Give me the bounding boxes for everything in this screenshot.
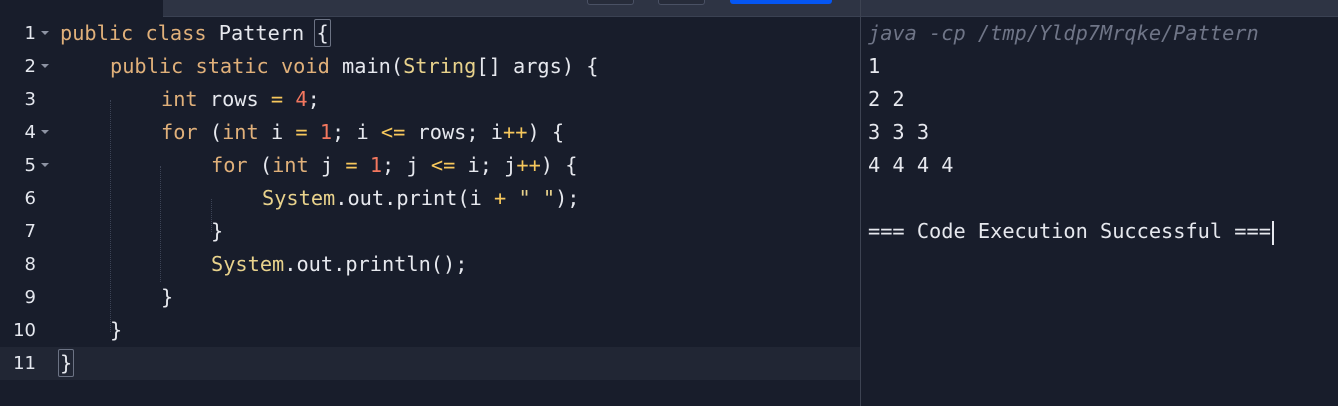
- keyword: int: [222, 120, 259, 144]
- keyword: public: [110, 54, 184, 78]
- code-line[interactable]: 3 int rows = 4;: [0, 83, 860, 116]
- keyword: void: [280, 54, 330, 78]
- line-number: 3: [24, 89, 36, 110]
- keyword: static: [195, 54, 269, 78]
- code-text: i: [270, 120, 284, 144]
- fold-arrow-icon[interactable]: [41, 64, 49, 68]
- code-line-active[interactable]: 11 }: [0, 347, 860, 380]
- code-text: }: [110, 318, 123, 342]
- operator: <=: [380, 120, 406, 144]
- line-number: 5: [24, 155, 36, 176]
- operator: ++: [516, 153, 541, 177]
- line-number: 6: [24, 188, 36, 209]
- fold-arrow-icon[interactable]: [41, 31, 49, 35]
- code-text: ;: [307, 87, 320, 111]
- code-line[interactable]: 2 public static void main(String[] args)…: [0, 50, 860, 83]
- code-text: rows: [209, 87, 259, 111]
- method-name: main(: [342, 54, 404, 78]
- code-text: rows; i: [417, 120, 504, 144]
- code-text: (: [209, 120, 223, 144]
- keyword: int: [272, 153, 309, 177]
- string-literal: " ": [518, 186, 556, 210]
- operator: ++: [503, 120, 528, 144]
- code-line[interactable]: 6 System.out.print(i + " ");: [0, 182, 860, 215]
- output-line: 1: [868, 54, 881, 78]
- code-text: }: [161, 285, 174, 309]
- code-editor[interactable]: 1 public class Pattern { 2 public static…: [0, 17, 860, 406]
- code-line[interactable]: 7 }: [0, 215, 860, 248]
- output-line: 2 2: [868, 87, 905, 111]
- output-toolbar: [861, 0, 1338, 17]
- type-name: String: [403, 54, 477, 78]
- number-literal: 4: [295, 87, 308, 111]
- class-name: Pattern: [218, 21, 305, 45]
- code-text: ; j: [382, 153, 419, 177]
- text-caret: [1271, 220, 1274, 245]
- output-line: 3 3 3: [868, 120, 930, 144]
- toolbar-button[interactable]: [658, 0, 705, 5]
- matched-brace: {: [314, 19, 331, 47]
- code-line[interactable]: 9 }: [0, 281, 860, 314]
- code-line[interactable]: 1 public class Pattern {: [0, 17, 860, 50]
- line-number: 11: [13, 353, 36, 374]
- code-text: [] args) {: [476, 54, 599, 78]
- run-command: java -cp /tmp/Yldp7Mrqke/Pattern: [868, 21, 1259, 45]
- code-text: ) {: [527, 120, 565, 144]
- online-compiler-window: 1 public class Pattern { 2 public static…: [0, 0, 1338, 406]
- operator: =: [270, 87, 284, 111]
- line-number: 10: [13, 320, 36, 341]
- code-text: );: [555, 186, 580, 210]
- fold-arrow-icon[interactable]: [41, 130, 49, 134]
- line-number: 7: [24, 221, 36, 242]
- keyword: int: [161, 87, 198, 111]
- code-text: .out.print(i: [335, 186, 482, 210]
- line-number: 4: [24, 122, 36, 143]
- code-line[interactable]: 4 for (int i = 1; i <= rows; i++) {: [0, 116, 860, 149]
- line-number: 9: [24, 287, 36, 308]
- class-name: System: [211, 252, 285, 276]
- code-text: j: [320, 153, 334, 177]
- code-text: ; i: [332, 120, 369, 144]
- keyword: for: [211, 153, 248, 177]
- operator: <=: [430, 153, 456, 177]
- keyword: class: [145, 21, 207, 45]
- toolbar: [163, 0, 860, 17]
- code-line[interactable]: 8 System.out.println();: [0, 248, 860, 281]
- line-number: 2: [24, 56, 36, 77]
- matched-brace: }: [58, 349, 75, 377]
- fold-arrow-icon[interactable]: [41, 163, 49, 167]
- output-line: 4 4 4 4: [868, 153, 954, 177]
- class-name: System: [262, 186, 336, 210]
- code-line[interactable]: 5 for (int j = 1; j <= i; j++) {: [0, 149, 860, 182]
- execution-status: === Code Execution Successful ===: [868, 215, 1274, 248]
- output-panel[interactable]: java -cp /tmp/Yldp7Mrqke/Pattern 1 2 2 3…: [861, 0, 1338, 406]
- code-line[interactable]: 10 }: [0, 314, 860, 347]
- code-text: i; j: [467, 153, 517, 177]
- number-literal: 1: [369, 153, 383, 177]
- number-literal: 1: [319, 120, 333, 144]
- code-text: ) {: [540, 153, 578, 177]
- code-text: (: [259, 153, 273, 177]
- code-text: }: [211, 219, 224, 243]
- keyword: public: [60, 21, 134, 45]
- run-button[interactable]: [730, 0, 832, 4]
- operator: =: [345, 153, 358, 177]
- line-number: 8: [24, 254, 36, 275]
- line-number: 1: [24, 23, 36, 44]
- code-text: .out.println();: [284, 252, 468, 276]
- status-text: === Code Execution Successful ===: [868, 219, 1271, 243]
- operator: =: [295, 120, 308, 144]
- toolbar-button[interactable]: [587, 0, 634, 5]
- operator: +: [494, 186, 507, 210]
- keyword: for: [161, 120, 198, 144]
